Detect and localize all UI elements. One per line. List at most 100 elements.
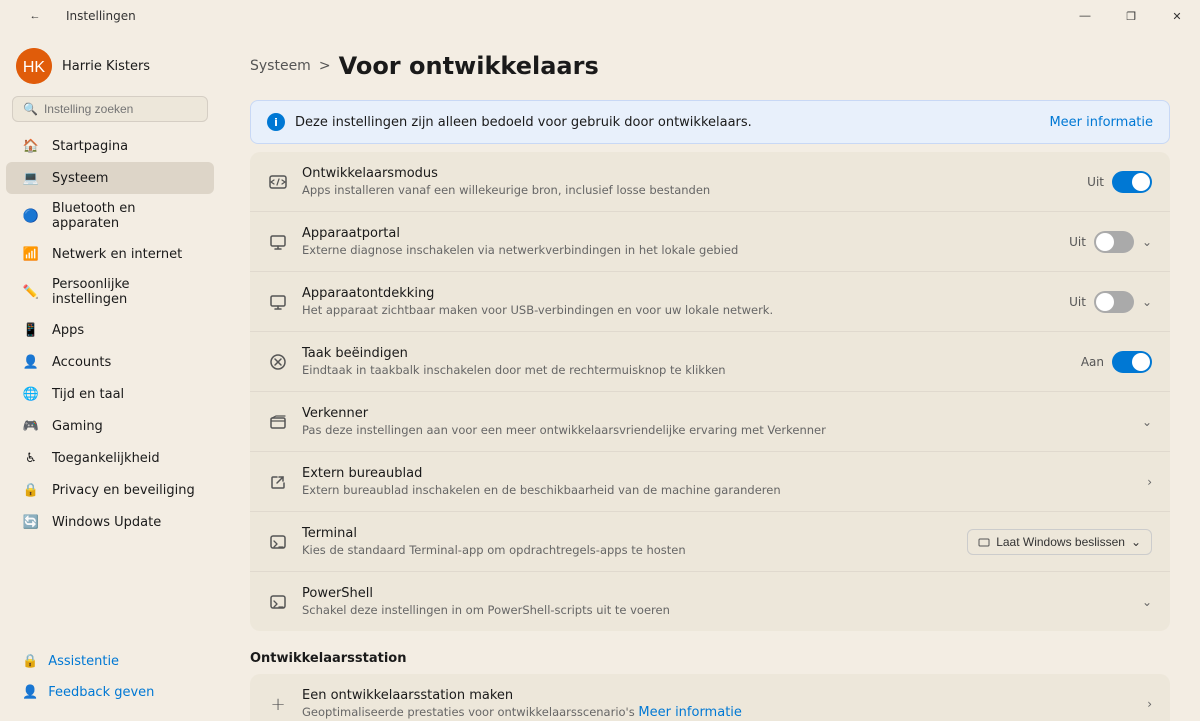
bottom-nav: 🔒 Assistentie 👤 Feedback geven <box>0 627 220 709</box>
persoonlijk-label: Persoonlijke instellingen <box>52 277 198 307</box>
bottom-nav-assistentie[interactable]: 🔒 Assistentie <box>6 647 214 676</box>
taak_beeindigen-text: Taak beëindigen Eindtaak in taakbalk ins… <box>302 346 1067 377</box>
svg-text:HK: HK <box>23 59 46 76</box>
sidebar-item-accounts[interactable]: 👤 Accounts <box>6 346 214 378</box>
setting-row-extern_bureaublad[interactable]: Extern bureaublad Extern bureaublad insc… <box>250 452 1170 512</box>
bottom-nav-feedback[interactable]: 👤 Feedback geven <box>6 678 214 707</box>
powershell-control: ⌄ <box>1142 595 1152 609</box>
taak_beeindigen-desc: Eindtaak in taakbalk inschakelen door me… <box>302 363 1067 377</box>
gaming-label: Gaming <box>52 419 198 434</box>
powershell-text: PowerShell Schakel deze instellingen in … <box>302 586 1128 617</box>
back-button[interactable]: ← <box>12 0 58 32</box>
sidebar-item-apps[interactable]: 📱 Apps <box>6 314 214 346</box>
titlebar-left: ← Instellingen <box>12 0 136 32</box>
apparaatportal-control: Uit ⌄ <box>1069 231 1152 253</box>
sidebar-item-gaming[interactable]: 🎮 Gaming <box>6 410 214 442</box>
sidebar-item-bluetooth[interactable]: 🔵 Bluetooth en apparaten <box>6 194 214 238</box>
setting-row-taak_beeindigen[interactable]: Taak beëindigen Eindtaak in taakbalk ins… <box>250 332 1170 392</box>
terminal-title: Terminal <box>302 526 953 541</box>
privacy-label: Privacy en beveiliging <box>52 483 198 498</box>
setting-row-apparaatportal[interactable]: Apparaatportal Externe diagnose inschake… <box>250 212 1170 272</box>
minimize-button[interactable]: — <box>1062 0 1108 32</box>
apparaatportal-desc: Externe diagnose inschakelen via netwerk… <box>302 243 1055 257</box>
user-profile[interactable]: HK Harrie Kisters <box>0 32 220 96</box>
content: Systeem > Voor ontwikkelaars i Deze inst… <box>220 32 1200 721</box>
toegankelijkheid-label: Toegankelijkheid <box>52 451 198 466</box>
sidebar-item-toegankelijkheid[interactable]: ♿ Toegankelijkheid <box>6 442 214 474</box>
search-icon: 🔍 <box>23 102 38 116</box>
close-button[interactable]: ✕ <box>1154 0 1200 32</box>
apparaatontdekking-control: Uit ⌄ <box>1069 291 1152 313</box>
ontwikkelaarsmodus-icon <box>268 172 288 192</box>
taak_beeindigen-control-label: Aan <box>1081 355 1104 369</box>
apparaatontdekking-desc: Het apparaat zichtbaar maken voor USB-ve… <box>302 303 1055 317</box>
sidebar-item-startpagina[interactable]: 🏠 Startpagina <box>6 130 214 162</box>
sidebar-item-persoonlijk[interactable]: ✏️ Persoonlijke instellingen <box>6 270 214 314</box>
info-banner: i Deze instellingen zijn alleen bedoeld … <box>250 100 1170 144</box>
powershell-chevron-icon: ⌄ <box>1142 595 1152 609</box>
extern_bureaublad-icon <box>268 472 288 492</box>
terminal-desc: Kies de standaard Terminal-app om opdrac… <box>302 543 953 557</box>
breadcrumb-separator: > <box>319 58 331 74</box>
terminal-control: Laat Windows beslissen ⌄ <box>967 529 1152 555</box>
sidebar-item-tijd[interactable]: 🌐 Tijd en taal <box>6 378 214 410</box>
startpagina-icon: 🏠 <box>22 137 40 155</box>
extern_bureaublad-text: Extern bureaublad Extern bureaublad insc… <box>302 466 1133 497</box>
dev_station_maken-meer-info-link[interactable]: Meer informatie <box>638 705 742 720</box>
taak_beeindigen-toggle[interactable] <box>1112 351 1152 373</box>
apparaatportal-toggle[interactable] <box>1094 231 1134 253</box>
breadcrumb-parent[interactable]: Systeem <box>250 58 311 74</box>
sidebar: HK Harrie Kisters 🔍 🏠 Startpagina 💻 Syst… <box>0 32 220 721</box>
bluetooth-icon: 🔵 <box>22 207 40 225</box>
ontwikkelaarsmodus-control: Uit <box>1087 171 1152 193</box>
ontwikkelaarsmodus-toggle[interactable] <box>1112 171 1152 193</box>
apparaatportal-control-label: Uit <box>1069 235 1086 249</box>
powershell-title: PowerShell <box>302 586 1128 601</box>
windows_update-label: Windows Update <box>52 515 198 530</box>
assistentie-label: Assistentie <box>48 654 119 669</box>
terminal-dropdown-chevron-icon: ⌄ <box>1131 535 1141 549</box>
setting-row-apparaatontdekking[interactable]: Apparaatontdekking Het apparaat zichtbaa… <box>250 272 1170 332</box>
setting-row-powershell[interactable]: PowerShell Schakel deze instellingen in … <box>250 572 1170 631</box>
sidebar-item-systeem[interactable]: 💻 Systeem <box>6 162 214 194</box>
extern_bureaublad-arrow-icon: › <box>1147 475 1152 489</box>
apparaatontdekking-toggle[interactable] <box>1094 291 1134 313</box>
apparaatontdekking-chevron-icon: ⌄ <box>1142 295 1152 309</box>
dev-station-group: + Een ontwikkelaarsstation maken Geoptim… <box>250 674 1170 721</box>
taak_beeindigen-icon <box>268 352 288 372</box>
dev-station-row-dev_station_maken[interactable]: + Een ontwikkelaarsstation maken Geoptim… <box>250 674 1170 721</box>
toegankelijkheid-icon: ♿ <box>22 449 40 467</box>
extern_bureaublad-desc: Extern bureaublad inschakelen en de besc… <box>302 483 1133 497</box>
setting-row-ontwikkelaarsmodus[interactable]: Ontwikkelaarsmodus Apps installeren vana… <box>250 152 1170 212</box>
startpagina-label: Startpagina <box>52 139 198 154</box>
app-body: HK Harrie Kisters 🔍 🏠 Startpagina 💻 Syst… <box>0 32 1200 721</box>
powershell-desc: Schakel deze instellingen in om PowerShe… <box>302 603 1128 617</box>
search-input[interactable] <box>44 102 199 116</box>
ontwikkelaarsmodus-text: Ontwikkelaarsmodus Apps installeren vana… <box>302 166 1073 197</box>
titlebar-controls: — ❐ ✕ <box>1062 0 1200 32</box>
sidebar-item-privacy[interactable]: 🔒 Privacy en beveiliging <box>6 474 214 506</box>
search-box[interactable]: 🔍 <box>12 96 208 122</box>
terminal-dropdown[interactable]: Laat Windows beslissen ⌄ <box>967 529 1152 555</box>
apparaatontdekking-icon <box>268 292 288 312</box>
systeem-label: Systeem <box>52 171 198 186</box>
verkenner-desc: Pas deze instellingen aan voor een meer … <box>302 423 1128 437</box>
sidebar-item-netwerk[interactable]: 📶 Netwerk en internet <box>6 238 214 270</box>
dev_station_maken-arrow-icon: › <box>1147 697 1152 711</box>
titlebar-title: Instellingen <box>66 9 136 23</box>
info-banner-link[interactable]: Meer informatie <box>1049 115 1153 130</box>
setting-row-verkenner[interactable]: Verkenner Pas deze instellingen aan voor… <box>250 392 1170 452</box>
user-name: Harrie Kisters <box>62 59 150 74</box>
setting-row-terminal[interactable]: Terminal Kies de standaard Terminal-app … <box>250 512 1170 572</box>
apps-icon: 📱 <box>22 321 40 339</box>
avatar: HK <box>16 48 52 84</box>
nav-list: 🏠 Startpagina 💻 Systeem 🔵 Bluetooth en a… <box>0 130 220 538</box>
sidebar-item-windows_update[interactable]: 🔄 Windows Update <box>6 506 214 538</box>
accounts-icon: 👤 <box>22 353 40 371</box>
breadcrumb-current: Voor ontwikkelaars <box>339 52 599 80</box>
info-icon: i <box>267 113 285 131</box>
dev_station_maken-text: Een ontwikkelaarsstation maken Geoptimal… <box>302 688 1133 720</box>
dev_station_maken-control: › <box>1147 697 1152 711</box>
tijd-label: Tijd en taal <box>52 387 198 402</box>
maximize-button[interactable]: ❐ <box>1108 0 1154 32</box>
